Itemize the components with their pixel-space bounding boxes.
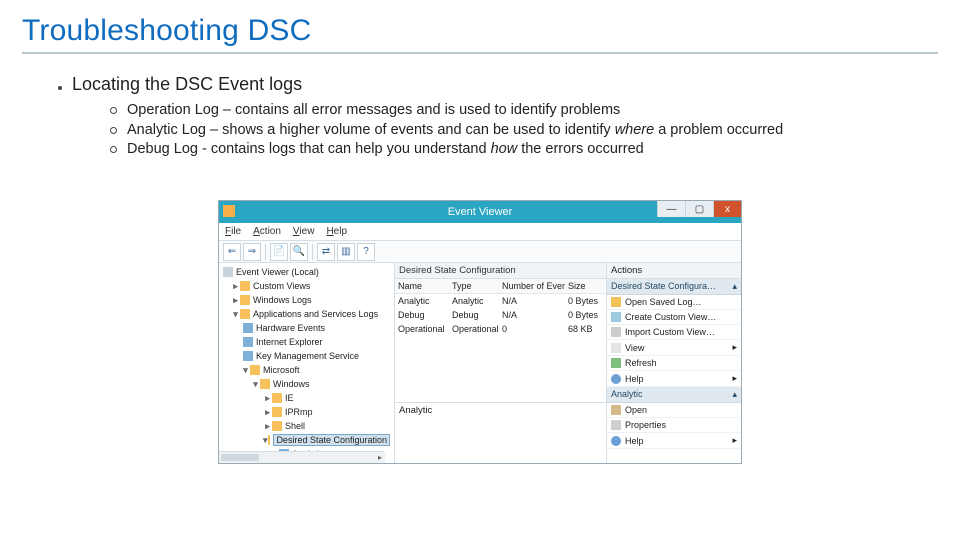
minimize-button[interactable]: — (657, 201, 685, 217)
toolbar-forward-button[interactable]: ⇒ (243, 243, 261, 261)
table-header[interactable]: Name Type Number of Events Size (395, 279, 606, 294)
tree-dsc-selected: Desired State Configuration (273, 434, 390, 446)
col-size: Size (565, 279, 605, 293)
toolbar-filter-button[interactable]: ▥ (337, 243, 355, 261)
navigation-tree[interactable]: Event Viewer (Local) ▸Custom Views ▸Wind… (219, 263, 395, 463)
primary-bullet: Locating the DSC Event logs (72, 74, 302, 95)
title-underline (22, 52, 938, 54)
sub-bullet-debug: Debug Log - contains logs that can help … (110, 140, 938, 160)
tree-ie-leaf: IE (285, 393, 294, 403)
chevron-up-icon: ▴ (732, 389, 737, 400)
action-refresh[interactable]: Refresh (607, 356, 741, 371)
tree-kms: Key Management Service (256, 351, 359, 361)
toolbar-help-button[interactable]: ? (357, 243, 375, 261)
chevron-up-icon: ▴ (732, 281, 737, 292)
page-title: Troubleshooting DSC (22, 14, 938, 48)
tree-horizontal-scrollbar[interactable]: ◂ ▸ (219, 451, 384, 463)
help-icon (611, 374, 621, 384)
new-view-icon (611, 312, 621, 322)
view-icon (611, 343, 621, 353)
menu-bar: FFileile Action View Help (219, 223, 741, 241)
tree-windows-logs: Windows Logs (253, 295, 312, 305)
toolbar-find-button[interactable]: 🔍 (290, 243, 308, 261)
folder-open-icon (611, 297, 621, 307)
tree-shell: Shell (285, 421, 305, 431)
actions-pane: Actions Desired State Configura…▴ Open S… (607, 263, 741, 463)
event-viewer-window: Event Viewer — ▢ x FFileile Action View … (218, 200, 742, 464)
open-icon (611, 405, 621, 415)
sub-bullet-analytic: Analytic Log – shows a higher volume of … (110, 121, 938, 141)
toolbar-up-button[interactable]: 📄 (270, 243, 288, 261)
chevron-right-icon: ▸ (732, 373, 737, 384)
action-view[interactable]: View▸ (607, 340, 741, 356)
col-num: Number of Events (499, 279, 565, 293)
menu-file[interactable]: FFileile (225, 226, 241, 237)
import-icon (611, 327, 621, 337)
actions-group-analytic[interactable]: Analytic▴ (607, 387, 741, 403)
bullet-dot (58, 86, 62, 90)
tree-apps-services: Applications and Services Logs (253, 309, 378, 319)
titlebar[interactable]: Event Viewer — ▢ x (219, 201, 741, 223)
properties-icon (611, 420, 621, 430)
menu-help[interactable]: Help (326, 226, 347, 237)
close-button[interactable]: x (713, 201, 741, 217)
toolbar-back-button[interactable]: ⇐ (223, 243, 241, 261)
actions-group-dsc[interactable]: Desired State Configura…▴ (607, 279, 741, 295)
window-title: Event Viewer (448, 206, 513, 218)
tree-iprmp: IPRmp (285, 407, 313, 417)
action-properties[interactable]: Properties (607, 418, 741, 433)
menu-view[interactable]: View (293, 226, 315, 237)
toolbar: ⇐ ⇒ 📄 🔍 ⇄ ▥ ? (219, 241, 741, 263)
detail-header: Analytic (399, 405, 602, 416)
scroll-right-icon[interactable]: ▸ (375, 452, 385, 463)
action-open[interactable]: Open (607, 403, 741, 418)
sub-bullet-operation: Operation Log – contains all error messa… (110, 101, 938, 121)
log-list-pane: Desired State Configuration Name Type Nu… (395, 263, 607, 463)
toolbar-refresh-button[interactable]: ⇄ (317, 243, 335, 261)
menu-action[interactable]: Action (253, 226, 281, 237)
tree-windows: Windows (273, 379, 310, 389)
tree-microsoft: Microsoft (263, 365, 300, 375)
refresh-icon (611, 358, 621, 368)
table-row[interactable]: Analytic Analytic N/A 0 Bytes (395, 294, 606, 308)
detail-pane: Analytic (395, 403, 606, 463)
col-type: Type (449, 279, 499, 293)
scroll-thumb[interactable] (221, 454, 259, 461)
action-help[interactable]: Help▸ (607, 371, 741, 387)
action-open-saved-log[interactable]: Open Saved Log… (607, 295, 741, 310)
help-icon (611, 436, 621, 446)
chevron-right-icon: ▸ (732, 342, 737, 353)
app-icon (223, 205, 235, 217)
action-help-2[interactable]: Help▸ (607, 433, 741, 449)
chevron-right-icon: ▸ (732, 435, 737, 446)
table-row[interactable]: Operational Operational 0 68 KB (395, 322, 606, 336)
action-import-custom-view[interactable]: Import Custom View… (607, 325, 741, 340)
tree-internet-explorer: Internet Explorer (256, 337, 323, 347)
actions-title: Actions (607, 263, 741, 279)
tree-hardware-events: Hardware Events (256, 323, 325, 333)
action-create-custom-view[interactable]: Create Custom View… (607, 310, 741, 325)
col-name: Name (395, 279, 449, 293)
table-row[interactable]: Debug Debug N/A 0 Bytes (395, 308, 606, 322)
tree-root: Event Viewer (Local) (236, 267, 319, 277)
maximize-button[interactable]: ▢ (685, 201, 713, 217)
tree-custom-views: Custom Views (253, 281, 310, 291)
center-header: Desired State Configuration (395, 263, 606, 279)
